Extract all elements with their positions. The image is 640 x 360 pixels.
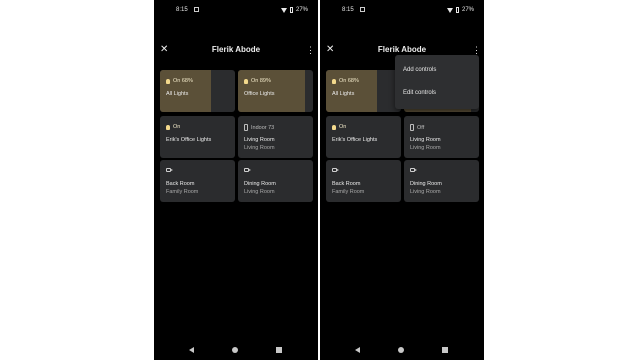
bulb-icon <box>332 124 336 130</box>
tile-office-lights[interactable]: On 89% Office Lights <box>238 70 313 112</box>
bulb-icon <box>166 124 170 130</box>
tile-status: On 89% <box>251 78 271 84</box>
battery-percent: 27% <box>295 7 308 13</box>
navigation-bar <box>320 345 484 355</box>
bulb-icon <box>166 78 170 84</box>
battery-icon <box>289 7 293 13</box>
tile-status-row <box>410 168 417 172</box>
tile-eriks-office-lights[interactable]: On Erik's Office Lights <box>160 116 235 158</box>
tile-status: On 68% <box>173 78 193 84</box>
tile-name: All Lights <box>166 91 189 97</box>
notification-icon <box>360 7 365 12</box>
tile-status-row <box>332 168 339 172</box>
tile-room: Living Room <box>244 189 275 195</box>
tile-status-row: On <box>166 124 180 130</box>
app-title: Flerik Abode <box>211 45 261 54</box>
camera-icon <box>410 168 417 172</box>
status-time: 8:15 <box>176 7 188 13</box>
tile-status-row: Off <box>410 124 424 131</box>
menu-item-add-controls[interactable]: Add controls <box>403 67 436 73</box>
home-icon[interactable] <box>398 347 404 353</box>
tile-status-row: On <box>332 124 346 130</box>
status-bar: 8:15 27% <box>320 6 484 16</box>
tile-room: Living Room <box>410 189 441 195</box>
tile-name: Office Lights <box>244 91 275 97</box>
camera-icon <box>244 168 251 172</box>
notification-icon <box>194 7 199 12</box>
tile-status: On <box>339 124 347 130</box>
tile-status: On <box>173 124 181 130</box>
tile-back-room-camera[interactable]: Back Room Family Room <box>326 160 401 202</box>
tile-name: Back Room <box>332 181 361 187</box>
tile-status-row: On 89% <box>244 78 271 84</box>
camera-icon <box>166 168 173 172</box>
tile-name: Erik's Office Lights <box>332 137 378 143</box>
tile-status-row <box>166 168 173 172</box>
thermostat-icon <box>410 124 414 131</box>
wifi-icon <box>280 7 287 13</box>
more-options-icon[interactable]: ⋮ <box>306 43 315 57</box>
app-bar: ✕ Flerik Abode ⋮ <box>154 43 318 57</box>
status-bar: 8:15 27% <box>154 6 318 16</box>
tile-all-lights[interactable]: On 68% All Lights <box>326 70 401 112</box>
status-time: 8:15 <box>342 7 354 13</box>
recents-icon[interactable] <box>442 347 448 353</box>
status-right: 27% <box>280 7 308 13</box>
status-right: 27% <box>446 7 474 13</box>
tile-room: Living Room <box>244 145 275 151</box>
tile-name: Dining Room <box>410 181 442 187</box>
back-icon[interactable] <box>355 347 360 353</box>
menu-item-edit-controls[interactable]: Edit controls <box>403 90 436 96</box>
camera-icon <box>332 168 339 172</box>
tile-name: Back Room <box>166 181 195 187</box>
tile-status-row: Indoor 73 <box>244 124 274 131</box>
tile-status-row: On 68% <box>166 78 193 84</box>
tile-name: Erik's Office Lights <box>166 137 212 143</box>
battery-percent: 27% <box>461 7 474 13</box>
tile-name: Living Room <box>410 137 441 143</box>
wifi-icon <box>446 7 453 13</box>
tile-eriks-office-lights[interactable]: On Erik's Office Lights <box>326 116 401 158</box>
navigation-bar <box>154 345 318 355</box>
tile-status: On 68% <box>339 78 359 84</box>
tile-name: All Lights <box>332 91 355 97</box>
tile-status-row <box>244 168 251 172</box>
phone-screen-left: 8:15 27% ✕ Flerik Abode ⋮ On 68% All Lig… <box>154 0 318 360</box>
tile-dining-room-camera[interactable]: Dining Room Living Room <box>238 160 313 202</box>
overflow-menu: Add controls Edit controls <box>395 55 479 109</box>
tile-status-row: On 68% <box>332 78 359 84</box>
recents-icon[interactable] <box>276 347 282 353</box>
tile-living-room-thermostat[interactable]: Off Living Room Living Room <box>404 116 479 158</box>
phone-screen-right: 8:15 27% ✕ Flerik Abode ⋮ On 68% All Lig… <box>320 0 484 360</box>
home-icon[interactable] <box>232 347 238 353</box>
tile-name: Living Room <box>244 137 275 143</box>
tile-dining-room-camera[interactable]: Dining Room Living Room <box>404 160 479 202</box>
tile-room: Family Room <box>166 189 199 195</box>
tile-room: Living Room <box>410 145 441 151</box>
tile-status: Indoor 73 <box>251 124 275 131</box>
tile-living-room-thermostat[interactable]: Indoor 73 Living Room Living Room <box>238 116 313 158</box>
tile-status: Off <box>417 124 425 131</box>
tile-name: Dining Room <box>244 181 276 187</box>
battery-icon <box>455 7 459 13</box>
bulb-icon <box>332 78 336 84</box>
back-icon[interactable] <box>189 347 194 353</box>
thermostat-icon <box>244 124 248 131</box>
bulb-icon <box>244 78 248 84</box>
tile-room: Family Room <box>332 189 365 195</box>
tile-back-room-camera[interactable]: Back Room Family Room <box>160 160 235 202</box>
tile-all-lights[interactable]: On 68% All Lights <box>160 70 235 112</box>
